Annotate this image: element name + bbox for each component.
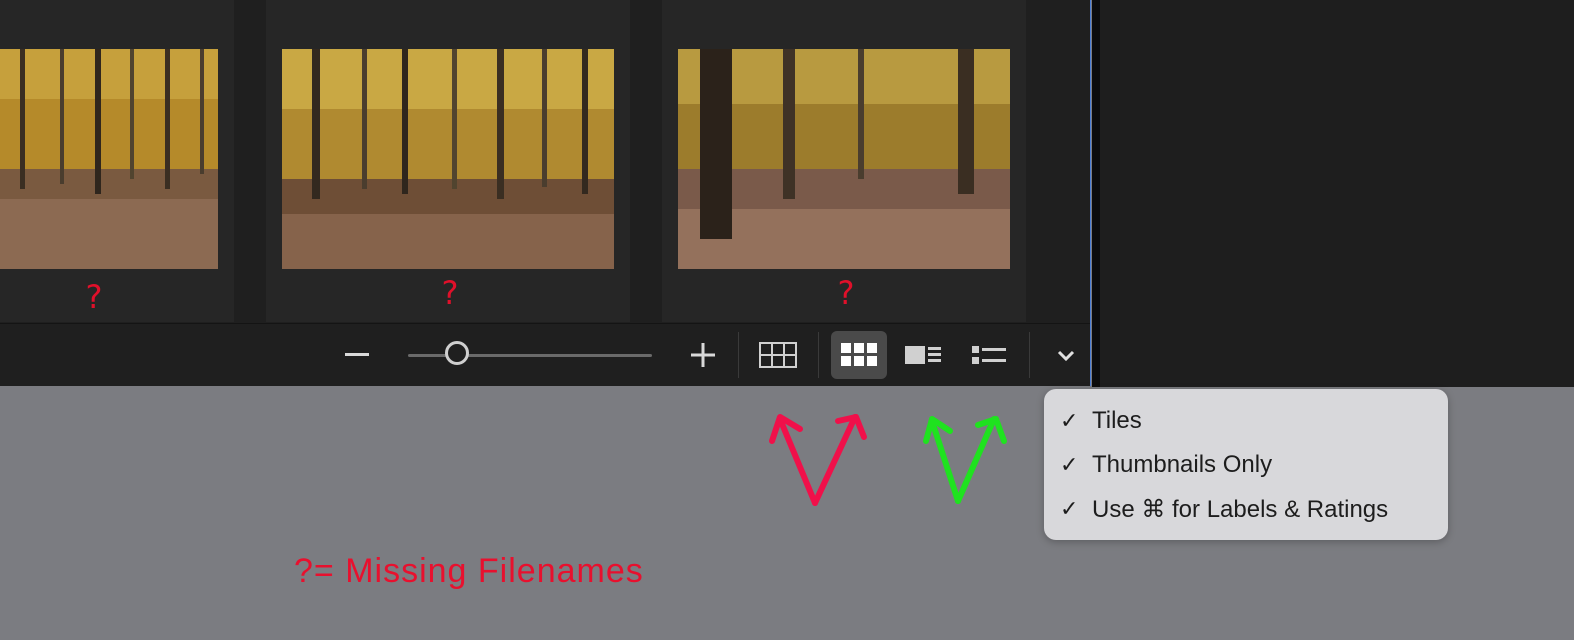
grid-outline-icon — [759, 342, 797, 368]
annotation-arrows — [769, 414, 1007, 506]
view-grid-outline-button[interactable] — [756, 336, 800, 374]
missing-filename-marker: ? — [837, 274, 855, 312]
minus-icon — [345, 353, 369, 356]
view-grid-filled-button[interactable] — [831, 331, 887, 379]
content-browser: ? ? ? — [0, 0, 1091, 386]
zoom-slider-thumb[interactable] — [444, 341, 469, 365]
grid-filled-icon — [841, 343, 877, 366]
thumbnail-tile[interactable]: ? — [266, 0, 630, 322]
red-arrows — [769, 414, 867, 506]
toolbar-separator — [818, 332, 819, 378]
view-list-button[interactable] — [966, 336, 1012, 374]
zoom-in-button[interactable] — [686, 340, 720, 370]
menu-item-label: Thumbnails Only — [1092, 451, 1273, 478]
annotation-legend: ?= Missing Filenames — [294, 552, 644, 590]
thumbnail-tile[interactable]: ? — [0, 0, 234, 322]
list-icon — [972, 346, 1006, 364]
toolbar-separator — [738, 332, 739, 378]
missing-filename-marker: ? — [85, 278, 103, 316]
thumbnail-tile[interactable]: ? — [662, 0, 1026, 322]
zoom-out-button[interactable] — [340, 340, 374, 370]
view-options-menu: ✓ Tiles ✓ Thumbnails Only ✓ Use ⌘ for La… — [1044, 389, 1448, 540]
checkmark-icon: ✓ — [1060, 496, 1079, 521]
thumbnail-image[interactable] — [282, 49, 614, 269]
checkmark-icon: ✓ — [1060, 452, 1079, 477]
green-arrows — [923, 416, 1007, 504]
missing-filename-marker: ? — [441, 274, 459, 312]
menu-item-thumbnails-only[interactable]: ✓ Thumbnails Only — [1060, 450, 1272, 480]
plus-icon — [691, 343, 715, 367]
thumbnail-image[interactable] — [678, 49, 1010, 269]
right-side-panel — [1092, 0, 1574, 387]
menu-item-use-cmd-labels-ratings[interactable]: ✓ Use ⌘ for Labels & Ratings — [1060, 494, 1388, 524]
menu-item-tiles[interactable]: ✓ Tiles — [1060, 406, 1142, 436]
menu-item-label: Tiles — [1092, 407, 1142, 434]
browser-toolbar — [0, 323, 1090, 386]
chevron-down-icon — [1057, 350, 1075, 361]
thumbnail-detail-icon — [905, 346, 941, 364]
view-thumbnail-detail-button[interactable] — [900, 336, 946, 374]
thumbnail-image[interactable] — [0, 49, 218, 269]
checkmark-icon: ✓ — [1060, 408, 1079, 433]
view-options-dropdown-button[interactable] — [1048, 338, 1084, 372]
toolbar-separator — [1029, 332, 1030, 378]
menu-item-label: Use ⌘ for Labels & Ratings — [1092, 495, 1389, 523]
